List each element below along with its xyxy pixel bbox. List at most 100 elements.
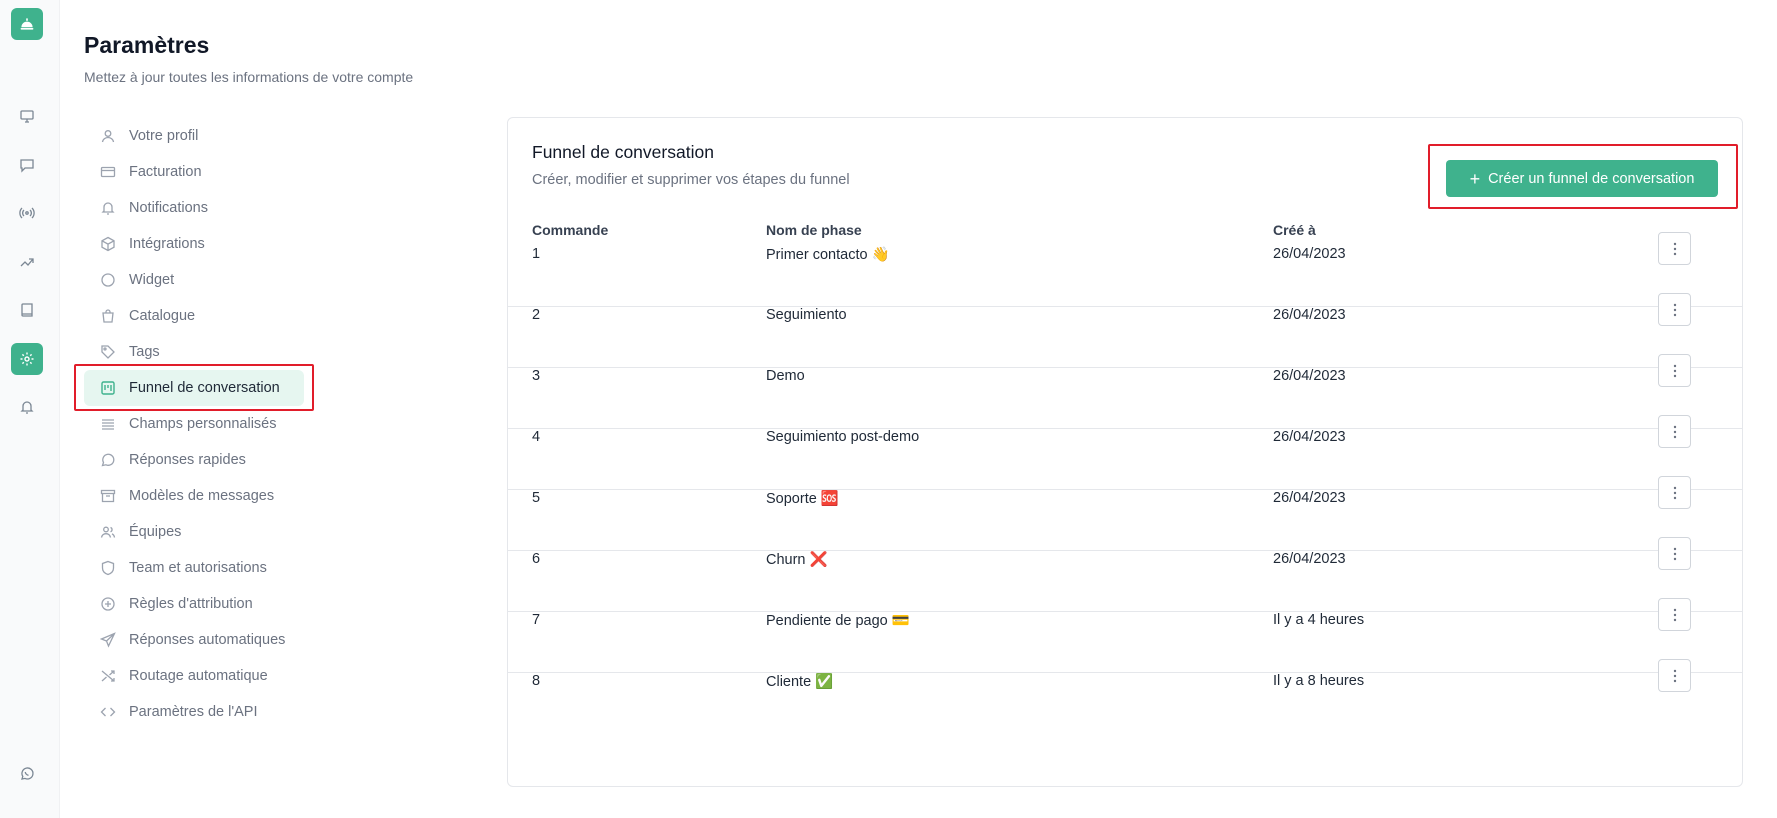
table-row: 8 Cliente ✅ Il y a 8 heures [508, 659, 1742, 734]
menu-item-catalogue[interactable]: Catalogue [84, 298, 304, 334]
menu-item-label: Paramètres de l'API [129, 704, 258, 720]
service-bell-icon [20, 18, 34, 30]
row-actions-button[interactable] [1658, 659, 1691, 692]
column-header-order: Commande [532, 222, 609, 238]
menu-item-widget[interactable]: Widget [84, 262, 304, 298]
row-actions-button[interactable] [1658, 598, 1691, 631]
menu-item-label: Modèles de messages [129, 488, 275, 504]
rail-notifications[interactable] [11, 391, 43, 423]
cell-phase-name: Cliente ✅ [766, 674, 834, 690]
menu-item-teams[interactable]: Équipes [84, 514, 304, 550]
more-vertical-icon [1673, 425, 1676, 438]
row-actions-button[interactable] [1658, 354, 1691, 387]
table-row: 7 Pendiente de pago 💳 Il y a 4 heures [508, 598, 1742, 673]
table-row: 6 Churn ❌ 26/04/2023 [508, 537, 1742, 612]
menu-item-auto-replies[interactable]: Réponses automatiques [84, 622, 304, 658]
rail-chat[interactable] [11, 149, 43, 181]
send-icon [100, 632, 116, 648]
app-logo[interactable] [11, 8, 43, 40]
monitor-icon [20, 110, 34, 123]
gear-icon [20, 352, 34, 366]
cell-order: 3 [532, 368, 541, 384]
circle-icon [100, 272, 116, 288]
row-actions-button[interactable] [1658, 476, 1691, 509]
menu-item-label: Team et autorisations [129, 560, 267, 576]
funnel-card: Funnel de conversation Créer, modifier e… [507, 117, 1743, 787]
column-header-created: Créé à [1273, 222, 1316, 238]
cell-created: 26/04/2023 [1273, 429, 1346, 445]
table-row: 3 Demo 26/04/2023 [508, 354, 1742, 429]
shuffle-icon [100, 668, 116, 684]
menu-item-permissions[interactable]: Team et autorisations [84, 550, 304, 586]
menu-item-label: Intégrations [129, 236, 205, 252]
more-vertical-icon [1673, 486, 1676, 499]
menu-item-message-templates[interactable]: Modèles de messages [84, 478, 304, 514]
highlight-box-button [1428, 144, 1738, 209]
menu-item-profile[interactable]: Votre profil [84, 118, 304, 154]
menu-item-api-settings[interactable]: Paramètres de l'API [84, 694, 304, 730]
more-vertical-icon [1673, 242, 1676, 255]
menu-item-integrations[interactable]: Intégrations [84, 226, 304, 262]
cell-created: Il y a 4 heures [1273, 612, 1365, 628]
cell-phase-name: Seguimiento post-demo [766, 429, 920, 445]
cell-created: Il y a 8 heures [1273, 673, 1365, 689]
cell-order: 6 [532, 551, 541, 567]
cell-phase-name: Primer contacto 👋 [766, 247, 890, 263]
page-subtitle: Mettez à jour toutes les informations de… [84, 69, 414, 85]
row-actions-button[interactable] [1658, 415, 1691, 448]
cell-created: 26/04/2023 [1273, 490, 1346, 506]
cell-order: 8 [532, 673, 541, 689]
archive-icon [100, 488, 116, 504]
chat-icon [20, 159, 34, 173]
lines-icon [100, 416, 116, 432]
shopping-bag-icon [100, 308, 116, 324]
users-icon [100, 524, 116, 540]
page-title: Paramètres [84, 32, 210, 58]
more-vertical-icon [1673, 669, 1676, 682]
menu-item-label: Notifications [129, 200, 208, 216]
cell-created: 26/04/2023 [1273, 246, 1346, 262]
menu-item-custom-fields[interactable]: Champs personnalisés [84, 406, 304, 442]
tag-icon [100, 344, 116, 360]
menu-item-notifications[interactable]: Notifications [84, 190, 304, 226]
table-header: Commande Nom de phase Créé à [508, 214, 1742, 244]
cell-order: 2 [532, 307, 541, 323]
menu-item-label: Règles d'attribution [129, 596, 253, 612]
menu-item-label: Réponses rapides [129, 452, 246, 468]
row-actions-button[interactable] [1658, 232, 1691, 265]
table-row: 4 Seguimiento post-demo 26/04/2023 [508, 415, 1742, 490]
table-row: 1 Primer contacto 👋 26/04/2023 [508, 232, 1742, 307]
menu-item-assignment-rules[interactable]: Règles d'attribution [84, 586, 304, 622]
menu-item-billing[interactable]: Facturation [84, 154, 304, 190]
cell-phase-name: Demo [766, 368, 805, 384]
bell-icon [100, 200, 116, 216]
message-circle-icon [100, 452, 116, 468]
cell-created: 26/04/2023 [1273, 307, 1346, 323]
menu-item-label: Équipes [129, 524, 182, 540]
cell-created: 26/04/2023 [1273, 551, 1346, 567]
rail-monitor[interactable] [11, 100, 43, 132]
broadcast-icon [19, 207, 35, 219]
menu-item-quick-replies[interactable]: Réponses rapides [84, 442, 304, 478]
rail-broadcast[interactable] [11, 197, 43, 229]
more-vertical-icon [1673, 608, 1676, 621]
rail-settings[interactable] [11, 343, 43, 375]
table-row: 5 Soporte 🆘 26/04/2023 [508, 476, 1742, 551]
cell-order: 5 [532, 490, 541, 506]
rail-whatsapp[interactable] [11, 758, 43, 790]
cell-phase-name: Seguimiento [766, 307, 847, 323]
icon-rail [0, 0, 60, 818]
trending-icon [20, 258, 34, 267]
cell-phase-name: Churn ❌ [766, 552, 828, 568]
more-vertical-icon [1673, 547, 1676, 560]
rail-analytics[interactable] [11, 246, 43, 278]
highlight-box-menu [74, 364, 314, 411]
bell-icon [20, 401, 34, 414]
cell-order: 1 [532, 246, 541, 262]
menu-item-auto-routing[interactable]: Routage automatique [84, 658, 304, 694]
more-vertical-icon [1673, 303, 1676, 316]
row-actions-button[interactable] [1658, 537, 1691, 570]
book-icon [21, 303, 33, 317]
row-actions-button[interactable] [1658, 293, 1691, 326]
rail-knowledge[interactable] [11, 294, 43, 326]
